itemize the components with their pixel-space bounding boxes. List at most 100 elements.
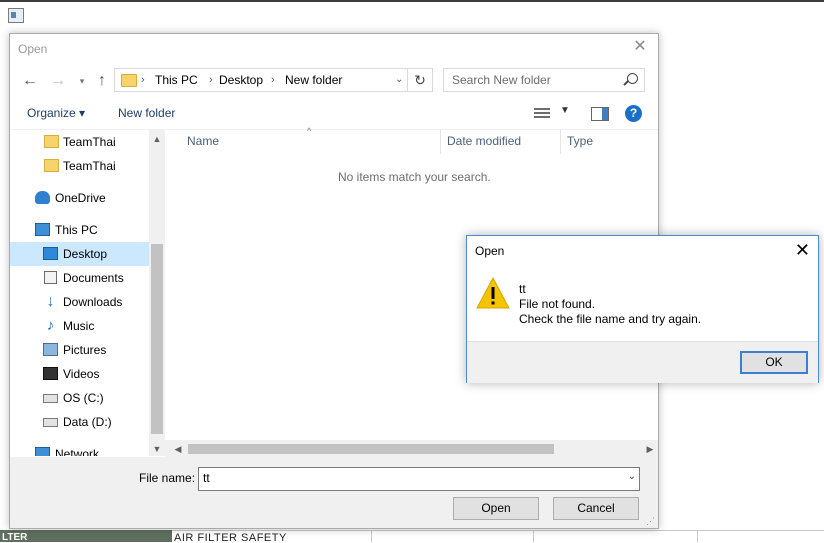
sidebar-item-label: This PC: [55, 223, 98, 237]
sidebar-item-label: Videos: [63, 367, 100, 381]
column-divider[interactable]: [560, 130, 561, 154]
scroll-right-arrow-icon[interactable]: ▶: [642, 444, 658, 454]
sidebar-item-label: TeamThai: [63, 159, 116, 173]
column-header-type[interactable]: Type: [567, 134, 593, 148]
view-options-chevron-icon[interactable]: ▼: [560, 105, 570, 116]
folder-icon: [44, 159, 59, 172]
breadcrumb-desktop[interactable]: Desktop: [219, 72, 263, 88]
file-name-input[interactable]: tt ⌄: [198, 467, 640, 491]
sidebar-item-music[interactable]: ♪ Music: [10, 314, 149, 338]
close-icon[interactable]: ✕: [632, 39, 648, 55]
new-folder-button[interactable]: New folder: [118, 106, 175, 120]
back-arrow-icon[interactable]: ←: [20, 72, 40, 90]
column-header-name[interactable]: Name: [187, 134, 219, 148]
column-divider[interactable]: [440, 130, 441, 154]
sidebar-item-network[interactable]: Network: [10, 442, 149, 456]
search-input[interactable]: Search New folder: [443, 68, 645, 92]
onedrive-icon: [35, 191, 50, 204]
sort-ascending-icon: ^: [307, 126, 312, 136]
background-cell-text: AIR FILTER SAFETY: [174, 532, 287, 542]
organize-button[interactable]: Organize ▾: [27, 106, 85, 120]
open-button[interactable]: Open: [453, 497, 539, 520]
sidebar-item-data-d[interactable]: Data (D:): [10, 410, 149, 434]
cancel-button[interactable]: Cancel: [553, 497, 639, 520]
sidebar-item-onedrive[interactable]: OneDrive: [10, 186, 149, 210]
sidebar-item-label: Data (D:): [63, 415, 112, 429]
breadcrumb-separator-icon[interactable]: ›: [271, 72, 275, 88]
sidebar-item-teamthai[interactable]: TeamThai: [10, 130, 149, 154]
desktop-icon: [43, 247, 58, 260]
navigation-pane[interactable]: TeamThai TeamThai OneDrive This PC Deskt…: [10, 130, 165, 456]
message-error-text: File not found.: [519, 297, 596, 311]
breadcrumb-separator-icon[interactable]: ›: [141, 72, 145, 88]
music-icon: ♪: [46, 317, 55, 334]
app-icon: [8, 8, 24, 23]
address-dropdown-chevron-icon[interactable]: ⌄: [395, 72, 403, 88]
search-placeholder: Search New folder: [452, 73, 551, 87]
sidebar-item-label: Documents: [63, 271, 124, 285]
forward-arrow-icon[interactable]: →: [48, 72, 68, 90]
message-box-title: Open: [475, 244, 505, 258]
scroll-up-arrow-icon[interactable]: ▲: [149, 134, 165, 144]
close-icon[interactable]: ✕: [795, 240, 810, 260]
sidebar-item-this-pc[interactable]: This PC: [10, 218, 149, 242]
breadcrumb-this-pc[interactable]: This PC: [155, 72, 198, 88]
breadcrumb-new-folder[interactable]: New folder: [285, 72, 342, 88]
sidebar-item-label: Downloads: [63, 295, 123, 309]
scroll-down-arrow-icon[interactable]: ▼: [149, 444, 165, 454]
background-window-border: [0, 0, 824, 2]
file-name-value[interactable]: tt: [203, 471, 210, 485]
sidebar-item-desktop[interactable]: Desktop: [10, 242, 149, 266]
sidebar-item-label: OS (C:): [63, 391, 104, 405]
warning-icon: [476, 277, 510, 309]
preview-pane-icon[interactable]: [591, 107, 609, 121]
background-gridline: [697, 530, 698, 542]
recent-locations-chevron-icon[interactable]: ▾: [72, 72, 92, 90]
drive-icon: [43, 418, 58, 427]
background-gridline: [533, 530, 534, 542]
horizontal-scrollbar-thumb[interactable]: [188, 444, 554, 454]
help-icon[interactable]: ?: [625, 105, 642, 122]
resize-grip-icon[interactable]: ⋰: [646, 516, 656, 526]
sidebar-item-os-c[interactable]: OS (C:): [10, 386, 149, 410]
background-gridline: [371, 530, 372, 542]
refresh-icon[interactable]: ↻: [408, 68, 433, 92]
column-header-date-modified[interactable]: Date modified: [447, 134, 521, 148]
up-arrow-icon[interactable]: ↑: [92, 72, 112, 90]
empty-folder-message: No items match your search.: [338, 170, 491, 184]
sidebar-item-teamthai[interactable]: TeamThai: [10, 154, 149, 178]
sidebar-item-downloads[interactable]: ↓ Downloads: [10, 290, 149, 314]
ok-button[interactable]: OK: [740, 351, 808, 374]
downloads-icon: ↓: [46, 293, 55, 310]
file-name-label: File name:: [139, 471, 196, 485]
scroll-left-arrow-icon[interactable]: ◀: [170, 444, 186, 454]
sidebar-item-label: Network: [55, 447, 100, 456]
change-view-icon[interactable]: [534, 107, 550, 119]
sidebar-item-label: Pictures: [63, 343, 107, 357]
folder-icon: [121, 74, 137, 87]
message-file-name: tt: [519, 282, 526, 296]
navigation-scrollbar-thumb[interactable]: [151, 244, 163, 434]
breadcrumb-separator-icon[interactable]: ›: [209, 72, 213, 88]
background-cell-left: LTER: [0, 530, 172, 542]
sidebar-item-label: Music: [63, 319, 95, 333]
sidebar-item-label: OneDrive: [55, 191, 106, 205]
sidebar-item-label: TeamThai: [63, 135, 116, 149]
dialog-title: Open: [18, 42, 48, 56]
address-bar[interactable]: › This PC › Desktop › New folder ⌄: [114, 68, 408, 92]
search-icon[interactable]: [627, 73, 638, 84]
videos-icon: [43, 367, 58, 380]
folder-icon: [44, 135, 59, 148]
chevron-down-icon[interactable]: ⌄: [628, 471, 636, 482]
error-message-box: Open ✕ tt File not found. Check the file…: [466, 235, 819, 383]
sidebar-item-videos[interactable]: Videos: [10, 362, 149, 386]
message-hint-text: Check the file name and try again.: [519, 312, 702, 326]
documents-icon: [44, 271, 57, 284]
sidebar-item-pictures[interactable]: Pictures: [10, 338, 149, 362]
sidebar-item-label: Desktop: [63, 247, 108, 261]
network-icon: [35, 447, 50, 456]
pictures-icon: [43, 343, 58, 356]
drive-icon: [43, 394, 58, 403]
pc-icon: [35, 223, 50, 236]
sidebar-item-documents[interactable]: Documents: [10, 266, 149, 290]
